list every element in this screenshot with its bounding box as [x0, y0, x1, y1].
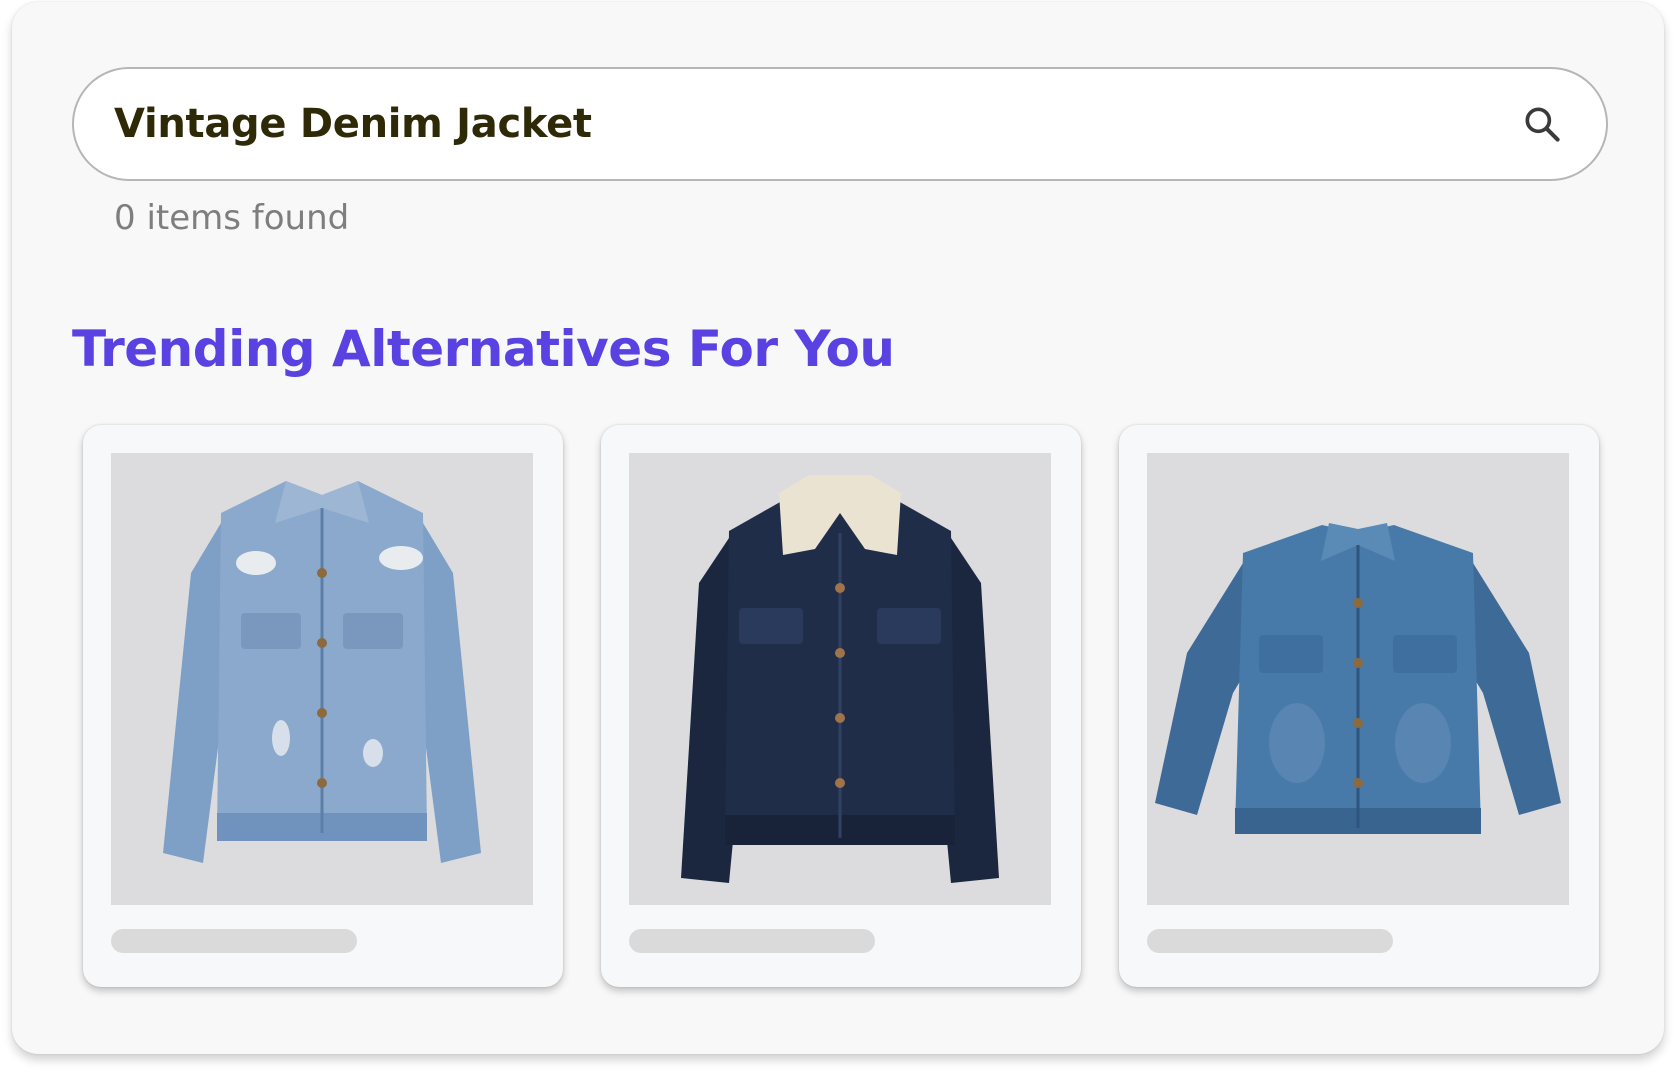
app-panel: Vintage Denim Jacket 0 items found Trend… — [12, 2, 1664, 1054]
product-card[interactable] — [601, 425, 1081, 987]
product-image[interactable] — [1147, 453, 1569, 905]
jacket-image-light-distressed — [111, 453, 533, 905]
results-count: 0 items found — [114, 198, 350, 238]
section-title: Trending Alternatives For You — [72, 320, 895, 378]
product-image[interactable] — [111, 453, 533, 905]
product-title-placeholder — [1147, 929, 1393, 953]
product-image[interactable] — [629, 453, 1051, 905]
product-card[interactable] — [83, 425, 563, 987]
jacket-image-medium-wash — [1147, 453, 1569, 905]
search-icon[interactable] — [1518, 100, 1566, 148]
search-input[interactable]: Vintage Denim Jacket — [114, 101, 1518, 147]
jacket-image-dark-sherpa — [629, 453, 1051, 905]
search-bar[interactable]: Vintage Denim Jacket — [72, 67, 1608, 181]
product-title-placeholder — [629, 929, 875, 953]
product-card[interactable] — [1119, 425, 1599, 987]
product-title-placeholder — [111, 929, 357, 953]
